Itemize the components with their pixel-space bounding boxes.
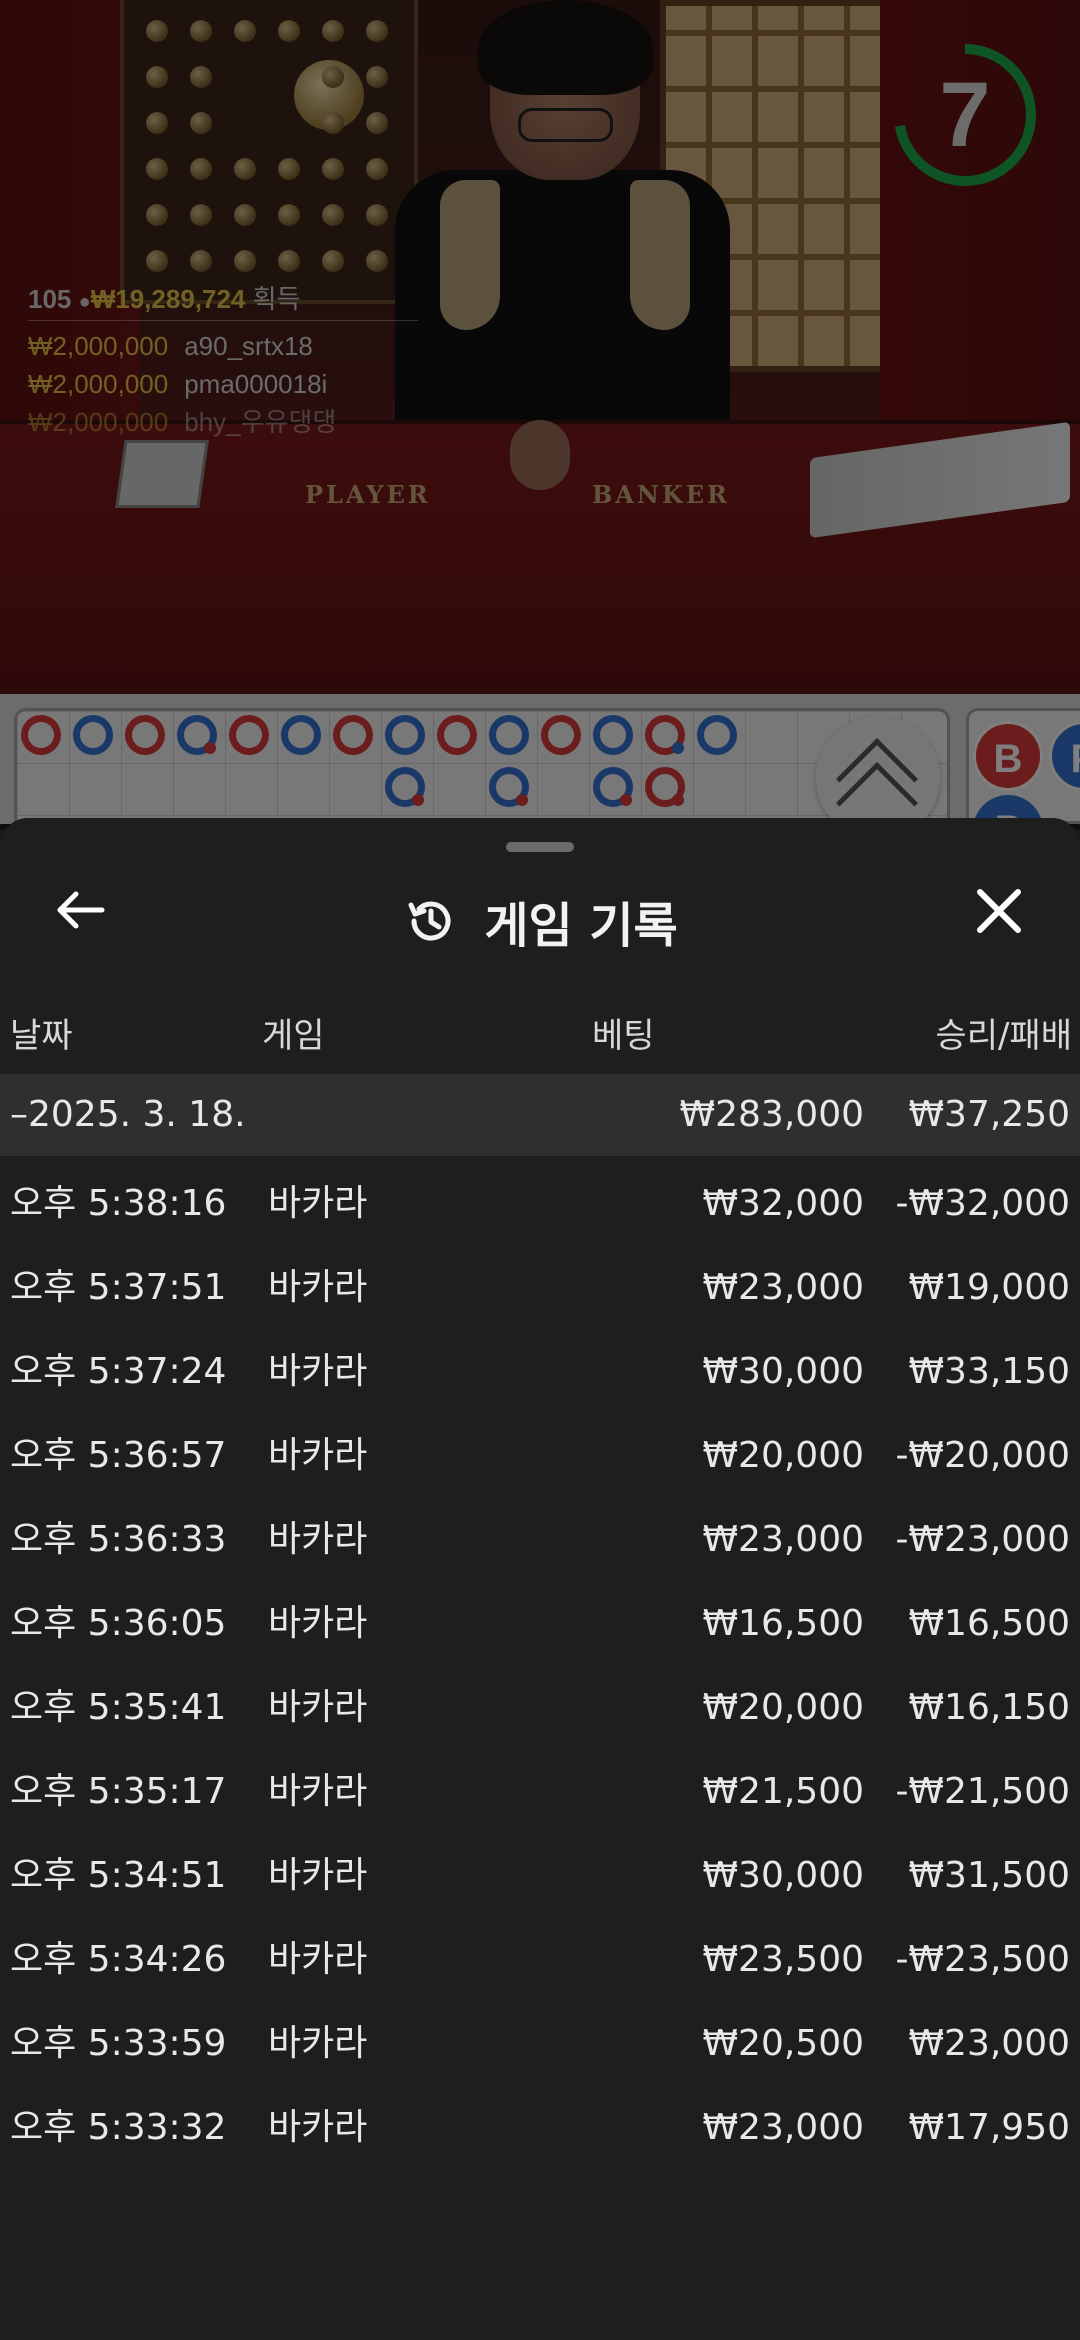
history-row[interactable]: 오후 5:35:17 바카라 ₩21,500 -₩21,500 [0, 1750, 1080, 1834]
column-header-bet: 베팅 [592, 1016, 655, 1056]
summary-bet: ₩283,000 [679, 1094, 864, 1135]
history-time: 오후 5:38:16 [10, 1183, 227, 1224]
history-game: 바카라 [268, 1519, 368, 1560]
history-game: 바카라 [268, 2107, 368, 2148]
history-row[interactable]: 오후 5:36:33 바카라 ₩23,000 -₩23,000 [0, 1498, 1080, 1582]
history-time: 오후 5:33:32 [10, 2107, 227, 2148]
summary-date: –2025. 3. 18. [10, 1094, 246, 1135]
history-time: 오후 5:35:17 [10, 1771, 227, 1812]
history-result: -₩32,000 [895, 1183, 1070, 1224]
history-bet: ₩20,000 [702, 1687, 864, 1728]
history-row[interactable]: 오후 5:36:05 바카라 ₩16,500 ₩16,500 [0, 1582, 1080, 1666]
history-result: ₩19,000 [908, 1267, 1070, 1308]
history-time: 오후 5:37:51 [10, 1267, 227, 1308]
history-result: -₩23,500 [895, 1939, 1070, 1980]
history-row[interactable]: 오후 5:33:59 바카라 ₩20,500 ₩23,000 [0, 2002, 1080, 2086]
history-bet: ₩20,000 [702, 1435, 864, 1476]
history-row[interactable]: 오후 5:35:41 바카라 ₩20,000 ₩16,150 [0, 1666, 1080, 1750]
history-time: 오후 5:33:59 [10, 2023, 227, 2064]
history-result: -₩21,500 [895, 1771, 1070, 1812]
history-time: 오후 5:37:24 [10, 1351, 227, 1392]
history-bet: ₩30,000 [702, 1351, 864, 1392]
history-game: 바카라 [268, 1351, 368, 1392]
history-bet: ₩21,500 [702, 1771, 864, 1812]
history-time: 오후 5:34:51 [10, 1855, 227, 1896]
date-summary-row[interactable]: –2025. 3. 18. ₩283,000 ₩37,250 [0, 1074, 1080, 1156]
drag-handle[interactable] [506, 842, 574, 852]
history-result: ₩16,500 [908, 1603, 1070, 1644]
history-game: 바카라 [268, 1855, 368, 1896]
history-bet: ₩23,000 [702, 1267, 864, 1308]
dim-overlay[interactable] [0, 0, 1080, 830]
history-bet: ₩20,500 [702, 2023, 864, 2064]
history-result: ₩17,950 [908, 2107, 1070, 2148]
game-history-sheet: 게임 기록 날짜 게임 베팅 승리/패배 –2025. 3. 18. ₩283,… [0, 818, 1080, 2340]
sheet-title: 게임 기록 [484, 898, 678, 954]
history-row[interactable]: 오후 5:34:26 바카라 ₩23,500 -₩23,500 [0, 1918, 1080, 2002]
history-time: 오후 5:36:33 [10, 1519, 227, 1560]
history-row[interactable]: 오후 5:33:32 바카라 ₩23,000 ₩17,950 [0, 2086, 1080, 2170]
history-game: 바카라 [268, 2023, 368, 2064]
history-game: 바카라 [268, 1267, 368, 1308]
history-result: -₩23,000 [895, 1519, 1070, 1560]
history-time: 오후 5:36:05 [10, 1603, 227, 1644]
history-game: 바카라 [268, 1771, 368, 1812]
history-result: ₩16,150 [908, 1687, 1070, 1728]
history-icon [408, 901, 451, 941]
column-header-result: 승리/패배 [935, 1016, 1072, 1056]
history-row[interactable]: 오후 5:34:51 바카라 ₩30,000 ₩31,500 [0, 1834, 1080, 1918]
history-result: ₩33,150 [908, 1351, 1070, 1392]
history-bet: ₩32,000 [702, 1183, 864, 1224]
history-game: 바카라 [268, 1939, 368, 1980]
history-time: 오후 5:35:41 [10, 1687, 227, 1728]
history-bet: ₩16,500 [702, 1603, 864, 1644]
history-time: 오후 5:34:26 [10, 1939, 227, 1980]
summary-result: ₩37,250 [908, 1094, 1070, 1135]
history-bet: ₩30,000 [702, 1855, 864, 1896]
history-row[interactable]: 오후 5:37:24 바카라 ₩30,000 ₩33,150 [0, 1330, 1080, 1414]
history-result: ₩31,500 [908, 1855, 1070, 1896]
column-header-date: 날짜 [10, 1016, 73, 1056]
history-result: -₩20,000 [895, 1435, 1070, 1476]
close-icon [977, 889, 1021, 933]
history-row[interactable]: 오후 5:36:57 바카라 ₩20,000 -₩20,000 [0, 1414, 1080, 1498]
close-button[interactable] [960, 880, 1040, 960]
history-bet: ₩23,000 [702, 2107, 864, 2148]
history-game: 바카라 [268, 1603, 368, 1644]
history-row[interactable]: 오후 5:37:51 바카라 ₩23,000 ₩19,000 [0, 1246, 1080, 1330]
history-bet: ₩23,000 [702, 1519, 864, 1560]
history-result: ₩23,000 [908, 2023, 1070, 2064]
history-time: 오후 5:36:57 [10, 1435, 227, 1476]
history-row[interactable]: 오후 5:38:16 바카라 ₩32,000 -₩32,000 [0, 1162, 1080, 1246]
history-bet: ₩23,500 [702, 1939, 864, 1980]
sheet-header: 게임 기록 [0, 878, 1080, 964]
history-game: 바카라 [268, 1435, 368, 1476]
column-header-game: 게임 [262, 1016, 325, 1056]
history-game: 바카라 [268, 1687, 368, 1728]
history-game: 바카라 [268, 1183, 368, 1224]
history-list: 오후 5:38:16 바카라 ₩32,000 -₩32,000 오후 5:37:51 바카… [0, 1162, 1080, 2170]
